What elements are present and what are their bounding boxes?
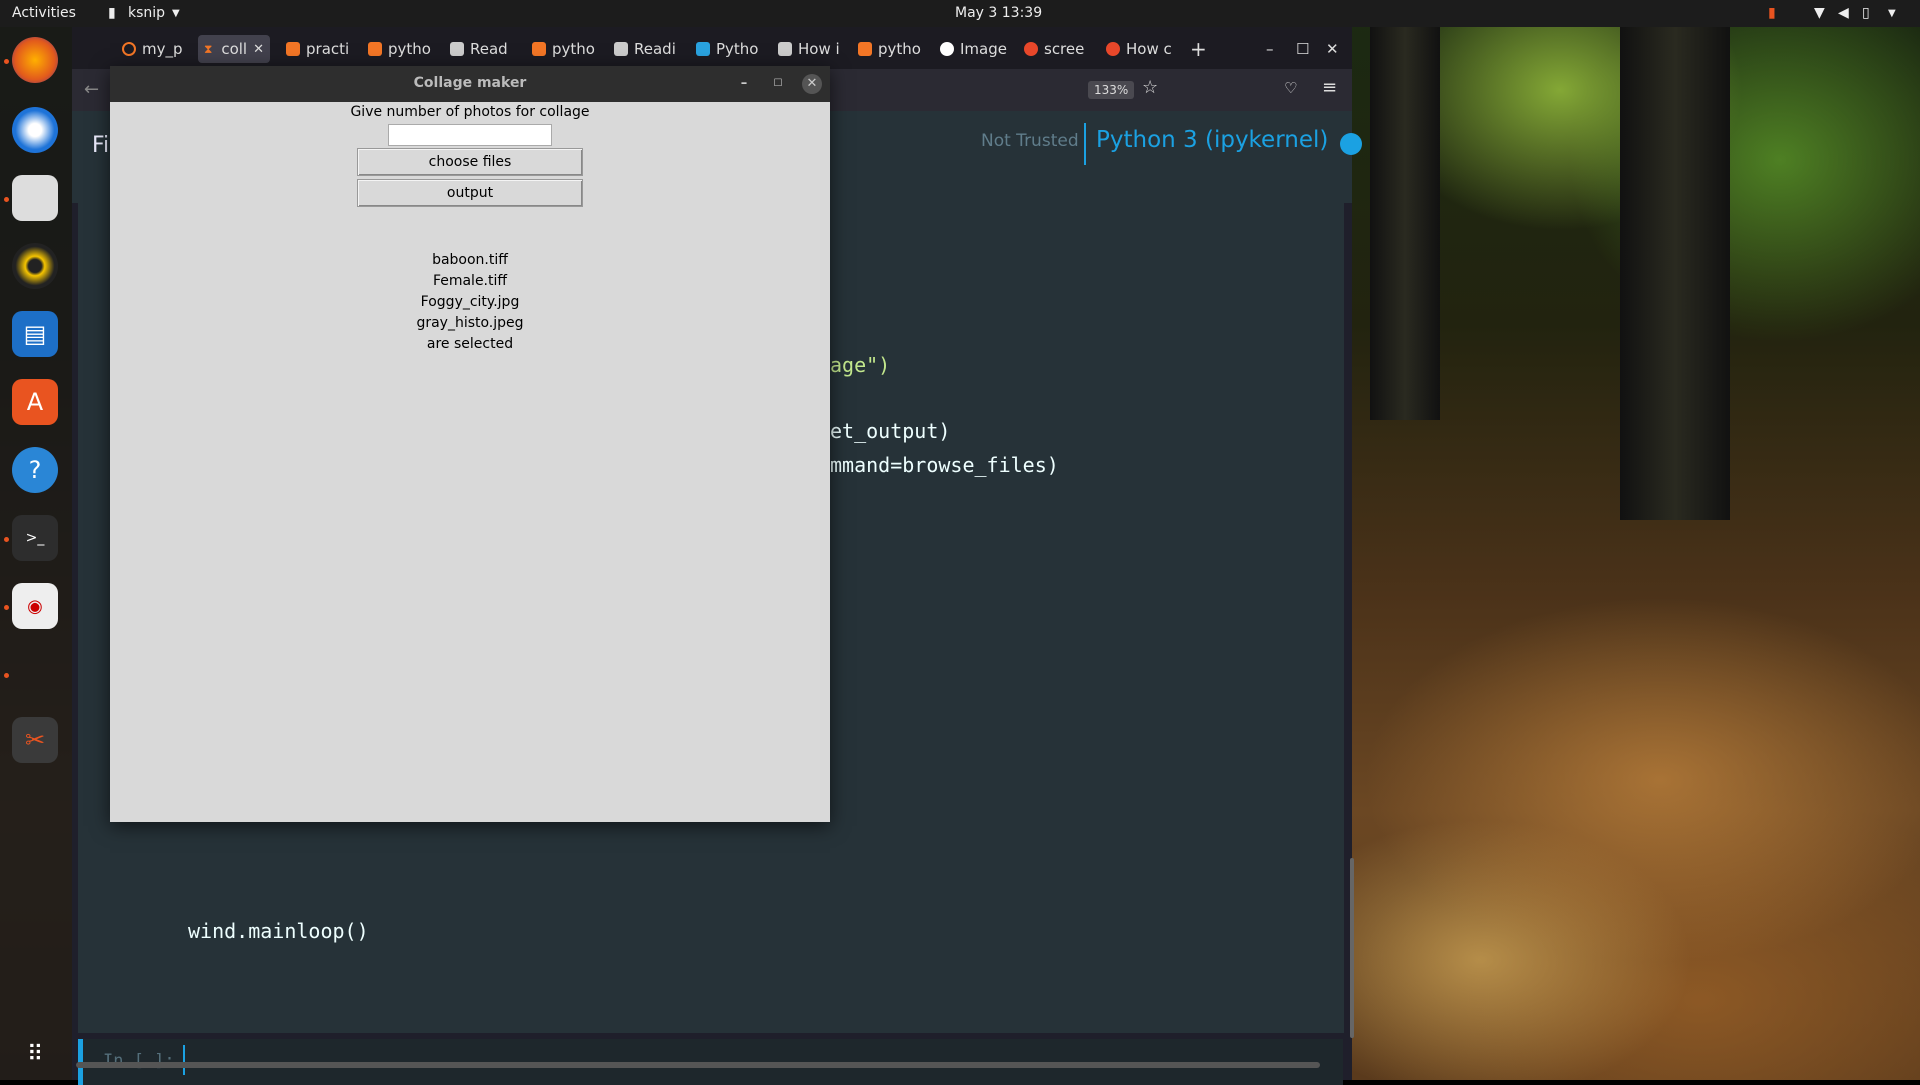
vertical-scrollbar[interactable] — [1350, 858, 1354, 1038]
site-icon — [696, 42, 710, 56]
askubuntu-icon — [1024, 42, 1038, 56]
software-center-icon[interactable]: A — [12, 379, 58, 425]
bookmark-star-icon[interactable]: ☆ — [1142, 77, 1158, 98]
rhythmbox-icon[interactable] — [12, 243, 58, 289]
jupyter-icon — [368, 42, 382, 56]
tab[interactable]: How i — [778, 35, 846, 63]
tab[interactable]: scree — [1024, 35, 1094, 63]
top-panel: Activities ▮ ksnip ▼ May 3 13:39 ▮ ▼ ◀ ▯… — [0, 0, 1920, 27]
wifi-icon[interactable]: ▼ — [1814, 5, 1825, 21]
askubuntu-icon — [1106, 42, 1120, 56]
tab-bar: my_p ⧗ coll ✕ practi pytho Read pytho Read… — [72, 27, 1352, 69]
show-applications-icon[interactable]: ⠿ — [12, 1031, 58, 1077]
thunderbird-icon[interactable] — [12, 107, 58, 153]
site-icon — [450, 42, 464, 56]
app-menu[interactable]: ksnip — [128, 5, 165, 21]
volume-icon[interactable]: ◀ — [1838, 5, 1849, 21]
maximize-button[interactable]: ☐ — [1296, 35, 1309, 63]
clock[interactable]: May 3 13:39 — [955, 5, 1042, 21]
tab[interactable]: pytho — [532, 35, 602, 63]
jupyter-icon — [122, 42, 136, 56]
selected-file: baboon.tiff — [432, 252, 508, 268]
selected-file: gray_histo.jpeg — [416, 315, 524, 331]
tab[interactable]: my_p — [122, 35, 200, 63]
help-icon[interactable]: ? — [12, 447, 58, 493]
horizontal-scrollbar[interactable] — [76, 1062, 1320, 1068]
jupyter-icon — [858, 42, 872, 56]
running-indicator — [4, 605, 9, 610]
running-indicator — [4, 673, 9, 678]
system-menu-chevron-icon[interactable]: ▼ — [1888, 8, 1896, 19]
ksnip-dock-icon[interactable]: ✂ — [12, 717, 58, 763]
selected-file: Female.tiff — [432, 273, 508, 289]
tab[interactable]: practi — [286, 35, 356, 63]
chevron-down-icon: ▼ — [172, 8, 180, 19]
tab[interactable]: Readi — [614, 35, 684, 63]
maximize-icon[interactable]: ☐ — [768, 74, 788, 94]
site-icon — [778, 42, 792, 56]
file-menu[interactable]: Fi — [92, 133, 109, 158]
activities-button[interactable]: Activities — [12, 5, 76, 21]
close-tab-icon[interactable]: ✕ — [253, 42, 264, 57]
dialog-titlebar[interactable]: Collage maker – ☐ ✕ — [110, 66, 830, 102]
cell-prompt: In [ ]: — [103, 1051, 175, 1071]
code-line[interactable]: et_output) — [830, 419, 950, 443]
close-icon[interactable]: ✕ — [802, 74, 822, 94]
jupyter-icon — [286, 42, 300, 56]
ksnip-tray-icon[interactable]: ▮ — [1768, 5, 1776, 21]
minimize-button[interactable]: – — [1266, 35, 1274, 63]
selection-suffix: are selected — [426, 336, 514, 352]
choose-files-button[interactable]: choose files — [357, 148, 583, 176]
battery-icon[interactable]: ▯ — [1862, 5, 1870, 21]
kernel-status-indicator — [1340, 133, 1362, 155]
tab[interactable]: pytho — [368, 35, 438, 63]
wallpaper-tree — [1370, 0, 1440, 420]
photo-count-input[interactable] — [388, 124, 552, 146]
new-tab-button[interactable]: + — [1190, 35, 1207, 63]
dock: ▤ A ? >_ ◉ ✂ ⠿ — [0, 27, 72, 1080]
output-button[interactable]: output — [357, 179, 583, 207]
photo-count-label: Give number of photos for collage — [350, 104, 590, 120]
files-icon[interactable] — [12, 175, 58, 221]
terminal-icon[interactable]: >_ — [12, 515, 58, 561]
running-indicator — [4, 537, 9, 542]
kernel-name[interactable]: Python 3 (ipykernel) — [1096, 127, 1328, 153]
pocket-icon[interactable]: ♡ — [1284, 79, 1297, 97]
divider — [1084, 123, 1086, 165]
tab[interactable]: pytho — [858, 35, 928, 63]
text-cursor — [183, 1045, 185, 1075]
ksnip-icon: ▮ — [108, 5, 116, 21]
collage-maker-window: Collage maker – ☐ ✕ Give number of photo… — [110, 66, 830, 822]
running-indicator — [4, 59, 9, 64]
wallpaper-tree — [1620, 0, 1730, 520]
running-indicator — [4, 197, 9, 202]
minimize-icon[interactable]: – — [734, 74, 754, 94]
site-icon — [614, 42, 628, 56]
tab[interactable]: Read — [450, 35, 520, 63]
github-icon — [940, 42, 954, 56]
back-arrow-icon[interactable]: ← — [84, 79, 99, 100]
tab[interactable]: How c — [1106, 35, 1176, 63]
libreoffice-writer-icon[interactable]: ▤ — [12, 311, 58, 357]
code-line[interactable]: wind.mainloop() — [188, 919, 369, 943]
tab[interactable]: Image — [940, 35, 1014, 63]
tab[interactable]: Pytho — [696, 35, 766, 63]
hourglass-icon: ⧗ — [204, 42, 213, 56]
firefox-icon[interactable] — [12, 37, 58, 83]
zoom-level[interactable]: 133% — [1088, 81, 1135, 99]
dialog-title: Collage maker — [413, 75, 527, 91]
close-window-button[interactable]: ✕ — [1326, 35, 1339, 63]
trust-status[interactable]: Not Trusted — [981, 131, 1079, 151]
jupyter-icon — [532, 42, 546, 56]
code-line[interactable]: mmand=browse_files) — [830, 453, 1059, 477]
code-line[interactable]: age") — [830, 353, 890, 377]
tab-active[interactable]: ⧗ coll ✕ — [198, 35, 270, 63]
selected-file: Foggy_city.jpg — [420, 294, 520, 310]
document-viewer-icon[interactable]: ◉ — [12, 583, 58, 629]
hamburger-menu-icon[interactable]: ≡ — [1322, 77, 1337, 98]
